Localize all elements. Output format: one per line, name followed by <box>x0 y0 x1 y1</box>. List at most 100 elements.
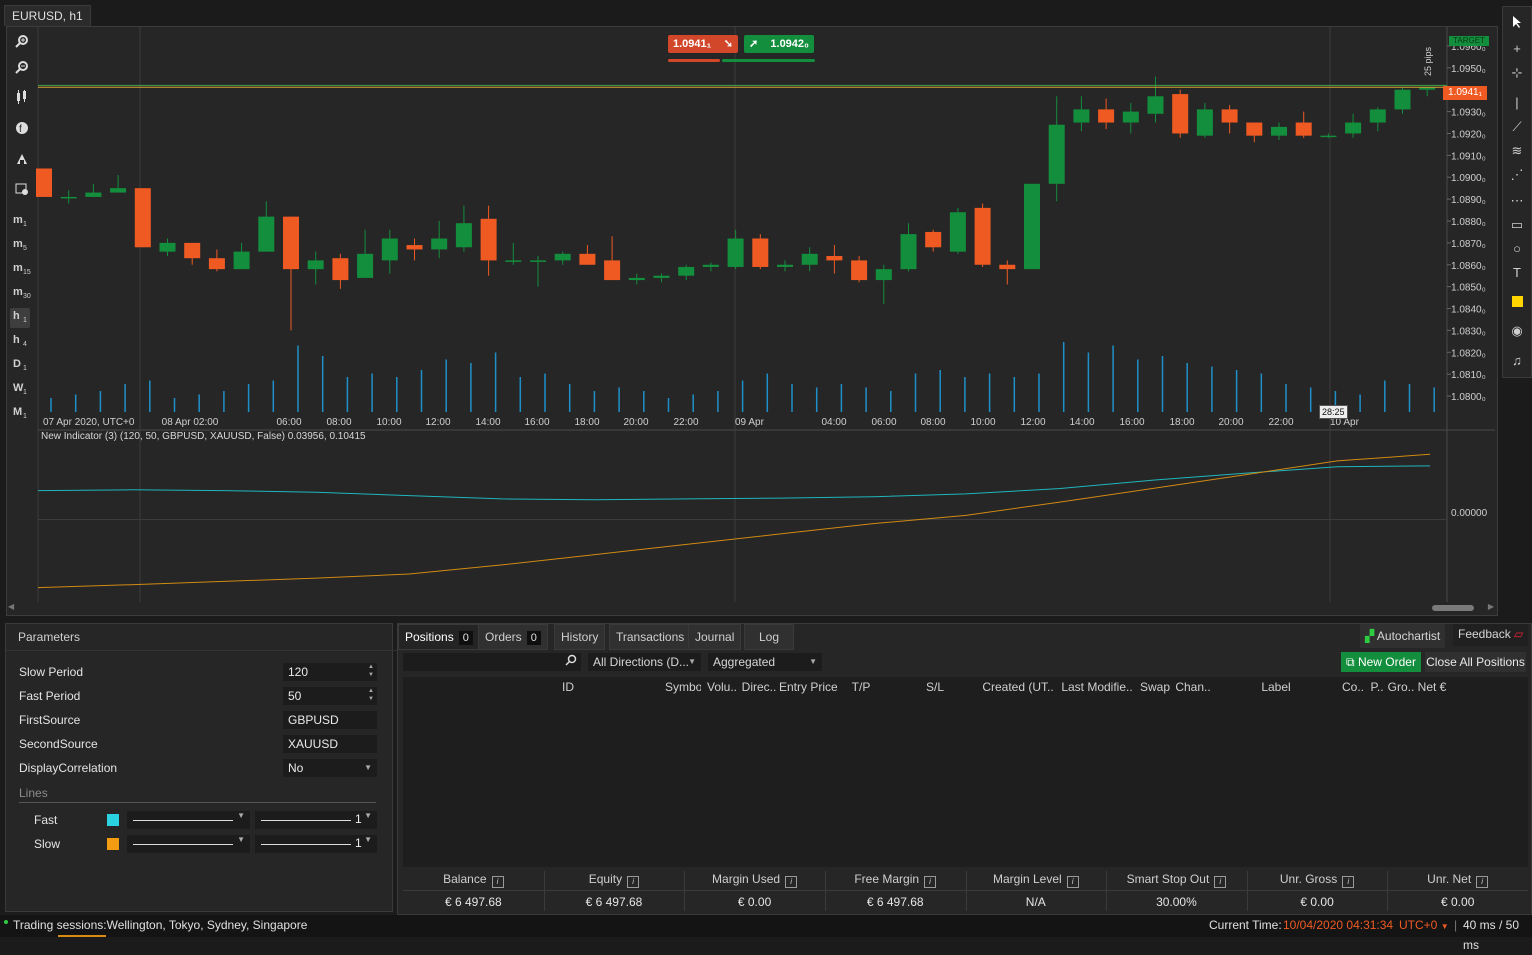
column-header[interactable]: S/L <box>885 678 985 696</box>
column-header[interactable]: Gro.. <box>1387 678 1415 696</box>
param-value-text[interactable]: XAUUSD <box>283 735 377 753</box>
line-thickness-select[interactable]: 1 ▼ <box>255 811 377 829</box>
pips-label: 25 pips <box>1423 46 1433 76</box>
chart-scrollbar[interactable]: ◀ ▶ <box>8 602 1494 613</box>
color-picker-icon[interactable] <box>1507 292 1527 312</box>
timeframe-button[interactable]: m 30 <box>10 284 31 304</box>
column-header[interactable]: Chan.. <box>1173 678 1213 696</box>
column-header[interactable]: Last Modifie.. <box>1059 678 1135 696</box>
scroll-left-icon[interactable]: ◀ <box>8 602 14 611</box>
position-search-input[interactable] <box>403 653 581 671</box>
column-header[interactable]: Net € <box>1415 678 1449 696</box>
chart-tab[interactable]: EURUSD, h1 <box>4 5 91 26</box>
tab-orders[interactable]: Orders 0 <box>478 624 548 650</box>
timeframe-button[interactable]: D1 <box>10 356 30 376</box>
info-icon[interactable]: i <box>785 876 798 888</box>
cross-measure-icon[interactable]: ⊹ <box>1507 63 1527 83</box>
zoom-out-icon[interactable] <box>11 60 33 80</box>
candle-body <box>406 245 423 250</box>
param-label: DisplayCorrelation <box>19 761 118 775</box>
param-value-spin[interactable]: 50 ▲ ▼ <box>283 687 377 705</box>
info-icon[interactable]: i <box>1476 876 1489 888</box>
column-header[interactable]: Entry Price <box>779 678 837 696</box>
sell-button[interactable]: 1.0941₁ ➘ <box>668 35 738 53</box>
param-value-select[interactable]: No ▼ <box>283 759 377 777</box>
crosshair-icon[interactable]: + <box>1507 39 1527 59</box>
buy-button[interactable]: ➚ 1.0942₀ <box>744 35 814 53</box>
line-color-swatch[interactable] <box>107 838 119 850</box>
tab-history[interactable]: History <box>554 624 606 650</box>
line-thickness-preview <box>261 844 351 845</box>
column-header[interactable]: Created (UT.. <box>979 678 1057 696</box>
timezone-select[interactable]: UTC+0 ▼ <box>1399 915 1449 937</box>
direction-filter-select[interactable]: All Directions (D... ▼ <box>588 653 701 671</box>
scrollbar-thumb[interactable] <box>1432 605 1474 611</box>
chart-type-icon[interactable] <box>11 90 33 110</box>
grouping-select[interactable]: Aggregated ▼ <box>708 653 822 671</box>
timeframe-button[interactable]: m 15 <box>10 260 31 280</box>
stat-divider <box>1246 871 1248 911</box>
column-header[interactable]: T/P <box>837 678 885 696</box>
feedback-button[interactable]: Feedback ▱ <box>1453 624 1529 646</box>
column-header[interactable]: Swap <box>1139 678 1171 696</box>
column-header[interactable]: Co.. <box>1339 678 1367 696</box>
scroll-right-icon[interactable]: ▶ <box>1488 602 1494 611</box>
spinner-arrows-icon[interactable]: ▲ ▼ <box>368 687 374 703</box>
info-icon[interactable]: i <box>627 876 640 888</box>
column-header[interactable]: ID <box>503 678 633 696</box>
screenshot-icon[interactable]: ◉ <box>1507 321 1527 341</box>
tab-positions[interactable]: Positions 0 <box>398 624 480 650</box>
price-chart[interactable]: 1.0960₀1.0950₀1.0930₀1.0920₀1.0910₀1.090… <box>7 27 1495 613</box>
column-header[interactable]: P.. <box>1367 678 1387 696</box>
info-icon[interactable]: i <box>491 876 504 888</box>
timeframe-button[interactable]: M1 <box>10 404 30 424</box>
timeframe-button[interactable]: W1 <box>10 380 30 400</box>
tab-transactions[interactable]: Transactions <box>609 624 692 650</box>
trading-sessions: Trading sessions:Wellington, Tokyo, Sydn… <box>13 918 308 932</box>
column-header[interactable]: Symbo <box>665 678 701 696</box>
text-icon[interactable]: T <box>1507 263 1527 283</box>
timeframe-button[interactable]: h4 <box>10 332 30 352</box>
fibonacci-icon[interactable]: ≋ <box>1507 141 1527 161</box>
spinner-arrows-icon[interactable]: ▲ ▼ <box>368 663 374 679</box>
info-icon[interactable]: i <box>1214 876 1227 888</box>
info-icon[interactable]: i <box>1066 876 1079 888</box>
column-header[interactable]: Label <box>1213 678 1339 696</box>
line-thickness-value: 1 <box>355 812 362 826</box>
info-icon[interactable]: i <box>1342 876 1355 888</box>
cbots-icon[interactable] <box>11 152 33 172</box>
close-all-positions-button[interactable]: Close All Positions <box>1425 652 1526 672</box>
line-style-select[interactable]: ▼ <box>127 835 250 853</box>
vertical-line-icon[interactable]: | <box>1507 93 1527 113</box>
indicators-icon[interactable]: f <box>11 121 33 141</box>
candle-body <box>1024 183 1040 270</box>
tab-journal[interactable]: Journal <box>688 624 742 650</box>
info-icon[interactable]: i <box>924 876 937 888</box>
new-order-button[interactable]: ⧉ New Order <box>1341 652 1421 672</box>
target-label[interactable]: TARGET <box>1449 36 1489 46</box>
timeframe-button[interactable]: h1 <box>10 308 30 328</box>
ellipse-icon[interactable]: ○ <box>1507 239 1527 259</box>
chevron-down-icon: ▼ <box>237 835 245 844</box>
column-header[interactable]: Volu.. <box>705 678 739 696</box>
timeframe-button[interactable]: m1 <box>10 212 30 232</box>
param-value-spin[interactable]: 120 ▲ ▼ <box>283 663 377 681</box>
trend-line-icon[interactable]: ⟋ <box>1507 117 1527 137</box>
autochartist-button[interactable]: ▞ Autochartist <box>1360 624 1446 648</box>
line-color-swatch[interactable] <box>107 814 119 826</box>
line-thickness-select[interactable]: 1 ▼ <box>255 835 377 853</box>
line-style-select[interactable]: ▼ <box>127 811 250 829</box>
timeframe-button[interactable]: m5 <box>10 236 30 256</box>
candle-body <box>184 242 201 259</box>
chart-settings-icon[interactable] <box>11 182 33 202</box>
alert-bell-icon[interactable]: ♫ <box>1507 351 1527 371</box>
zoom-in-icon[interactable] <box>11 34 33 54</box>
tab-log[interactable]: Log <box>744 624 795 650</box>
andrews-pitchfork-icon[interactable]: ⋰ <box>1507 165 1527 185</box>
equidistant-channel-icon[interactable]: ⋯ <box>1507 191 1527 211</box>
column-header[interactable]: Direc.. <box>739 678 779 696</box>
candle-body <box>505 260 522 262</box>
cursor-icon[interactable] <box>1507 15 1527 35</box>
rectangle-icon[interactable]: ▭ <box>1507 215 1527 235</box>
param-value-text[interactable]: GBPUSD <box>283 711 377 729</box>
